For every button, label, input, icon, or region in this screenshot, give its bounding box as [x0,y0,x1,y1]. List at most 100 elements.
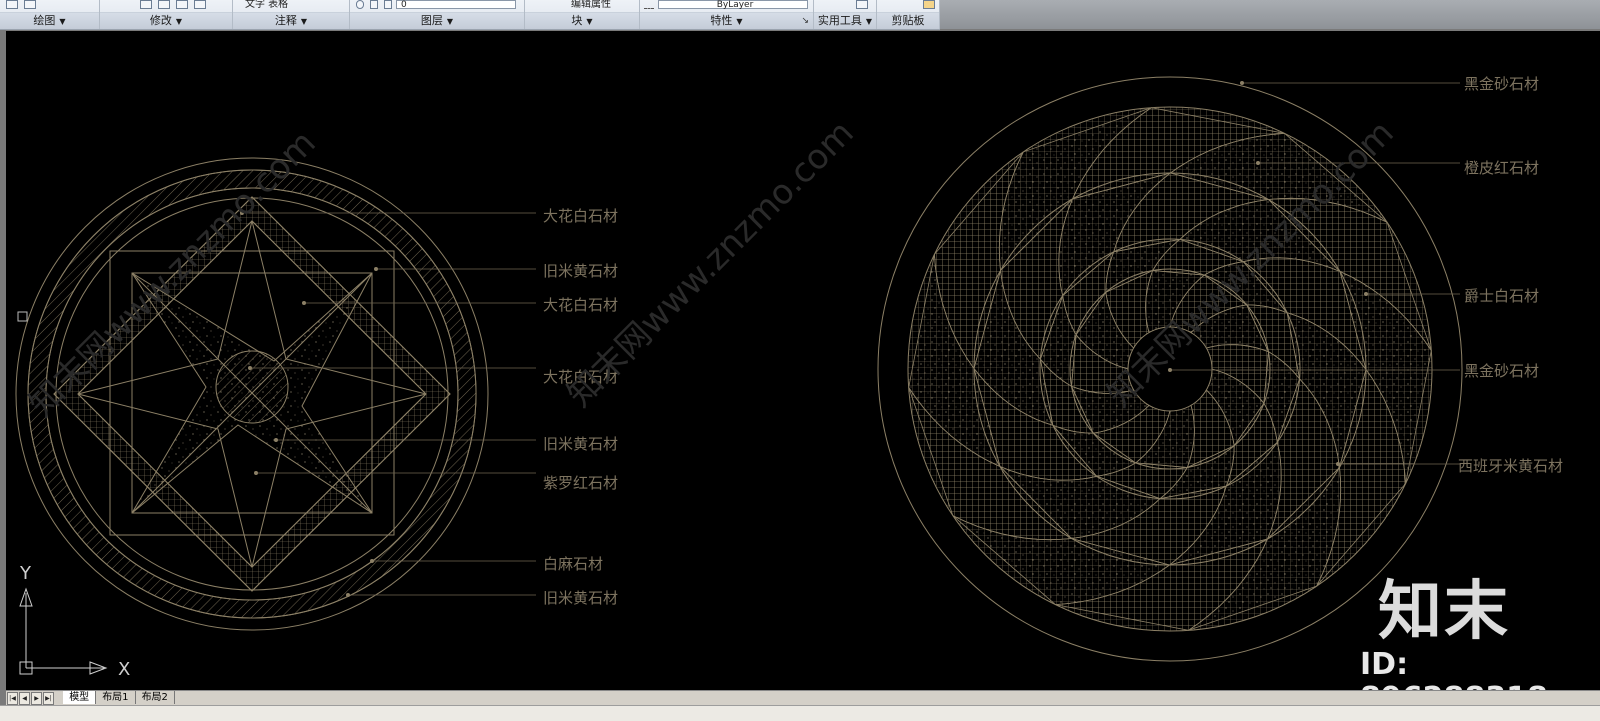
panel-title-label: 绘图 [33,14,56,27]
material-label[interactable]: 紫罗红石材 [543,474,618,492]
leader-dot [1364,292,1368,296]
sun-icon[interactable] [370,0,378,9]
leader-dot [240,211,244,215]
leader-dot [1256,161,1260,165]
panel-properties-tools[interactable]: ByLayer [640,0,813,10]
material-label[interactable]: 西班牙米黄石材 [1458,457,1563,475]
panel-layers-tools[interactable]: 0 [350,0,524,10]
bulb-icon[interactable] [356,0,364,9]
prev-tab-button[interactable]: ◀ [19,692,30,705]
material-label[interactable]: 大花白石材 [543,207,618,225]
next-tab-button[interactable]: ▶ [31,692,42,705]
dropdown-caret-icon: ▼ [175,17,183,26]
panel-block[interactable]: 编辑属性 块 ▼ [525,0,640,29]
left-medallion[interactable] [15,157,489,631]
material-label[interactable]: 白麻石材 [543,555,603,573]
array-tool-icon[interactable] [176,0,188,9]
material-label[interactable]: 大花白石材 [543,296,618,314]
material-label[interactable]: 旧米黄石材 [543,262,618,280]
panel-title-label: 注释 [274,14,297,27]
ucs-icon [19,587,108,675]
ucs-x-label: X [118,659,130,680]
panel-annotation[interactable]: 文字 表格 注释 ▼ [233,0,350,29]
measure-tool-icon[interactable] [856,0,868,9]
leader-dot [248,366,252,370]
panel-title-label: 剪贴板 [891,14,925,27]
left-center-circle[interactable] [215,350,289,424]
panel-properties-title[interactable]: 特性 ▼ ↘ [640,12,813,29]
panel-modify[interactable]: 修改 ▼ [100,0,233,29]
copy-tool-icon[interactable] [158,0,170,9]
panel-utilities[interactable]: 实用工具 ▼ [814,0,877,29]
panel-clipboard-title[interactable]: 剪贴板 [877,12,939,29]
material-label[interactable]: 橙皮红石材 [1464,159,1539,177]
status-bar [0,705,1600,721]
dropdown-caret-icon: ▼ [300,17,308,26]
panel-utilities-tools[interactable] [814,0,876,10]
leader-dot [1168,368,1172,372]
erase-tool-icon[interactable] [140,0,152,9]
ribbon-empty-area [940,0,1600,29]
material-label[interactable]: 黑金砂石材 [1464,75,1539,93]
left-labels: 大花白石材 旧米黄石材 大花白石材 大花白石材 旧米黄石材 紫罗红石材 白麻石材… [543,207,618,607]
panel-launcher-icon[interactable]: ↘ [801,13,809,29]
panel-title-label: 图层 [420,14,443,27]
panel-annotation-title[interactable]: 注释 ▼ [233,12,349,29]
panel-layers-title[interactable]: 图层 ▼ [350,12,524,29]
dropdown-caret-icon: ▼ [59,17,66,26]
material-label[interactable]: 旧米黄石材 [543,589,618,607]
watermark-logo: 知末 [1378,575,1510,649]
panel-layers[interactable]: 0 图层 ▼ [350,0,525,29]
paste-tool-icon[interactable] [923,0,935,9]
panel-draw[interactable]: 绘图 ▼ [0,0,100,29]
panel-modify-tools[interactable] [100,0,232,10]
tab-layout2[interactable]: 布局2 [136,691,175,704]
dropdown-caret-icon: ▼ [865,17,873,26]
linetype-select[interactable]: ByLayer [658,0,808,10]
tab-model[interactable]: 模型 [63,691,97,704]
leader-dot [374,267,378,271]
dropdown-caret-icon: ▼ [736,17,743,26]
ribbon: 绘图 ▼ 修改 ▼ 文字 表格 注释 ▼ 0 图层 ▼ 编辑属性 块 ▼ ByLayer … [0,0,940,30]
circle-tool-icon[interactable] [6,0,18,9]
drawing-svg[interactable]: 大花白石材 旧米黄石材 大花白石材 大花白石材 旧米黄石材 紫罗红石材 白麻石材… [6,31,1600,690]
right-labels: 黑金砂石材 橙皮红石材 爵士白石材 黑金砂石材 西班牙米黄石材 [1458,75,1563,475]
tab-layout1[interactable]: 布局1 [96,691,136,704]
panel-clipboard[interactable]: 剪贴板 [877,0,940,29]
panel-title-label: 实用工具 [817,14,862,27]
ucs-labels: Y X [19,563,130,680]
panel-draw-title[interactable]: 绘图 ▼ [0,12,99,29]
panel-draw-tools[interactable] [0,0,99,10]
offset-tool-icon[interactable] [194,0,206,9]
leader-dot [346,593,350,597]
leader-dot [274,438,278,442]
material-label[interactable]: 大花白石材 [543,368,618,386]
panel-modify-title[interactable]: 修改 ▼ [100,12,232,29]
leader-dot [1240,81,1244,85]
drawing-canvas[interactable]: 大花白石材 旧米黄石材 大花白石材 大花白石材 旧米黄石材 紫罗红石材 白麻石材… [6,31,1600,690]
panel-clipboard-tools[interactable] [877,0,939,10]
panel-title-label: 特性 [710,14,733,27]
panel-utilities-title[interactable]: 实用工具 ▼ [814,12,876,29]
layout-tab-bar: |◀ ◀ ▶ ▶| 模型 布局1 布局2 [6,690,1600,705]
material-label[interactable]: 黑金砂石材 [1464,362,1539,380]
first-tab-button[interactable]: |◀ [7,692,18,705]
ucs-y-label: Y [19,563,32,584]
panel-properties[interactable]: ByLayer 特性 ▼ ↘ [640,0,814,29]
dropdown-caret-icon: ▼ [446,17,454,26]
panel-block-title[interactable]: 块 ▼ [525,12,639,29]
last-tab-button[interactable]: ▶| [43,692,54,705]
edit-attribute-button[interactable]: 编辑属性 [525,0,639,10]
rectangle-tool-icon[interactable] [24,0,36,9]
leader-dot [254,471,258,475]
lock-icon[interactable] [384,0,392,9]
leader-dot [370,559,374,563]
layer-select[interactable]: 0 [396,0,516,10]
material-label[interactable]: 旧米黄石材 [543,435,618,453]
panel-annotation-tools[interactable]: 文字 表格 [233,0,349,10]
material-label[interactable]: 爵士白石材 [1464,287,1539,305]
panel-title-label: 块 [571,14,583,27]
leader-dot [302,301,306,305]
selection-marker[interactable] [17,311,28,322]
linetype-icon [644,0,654,9]
